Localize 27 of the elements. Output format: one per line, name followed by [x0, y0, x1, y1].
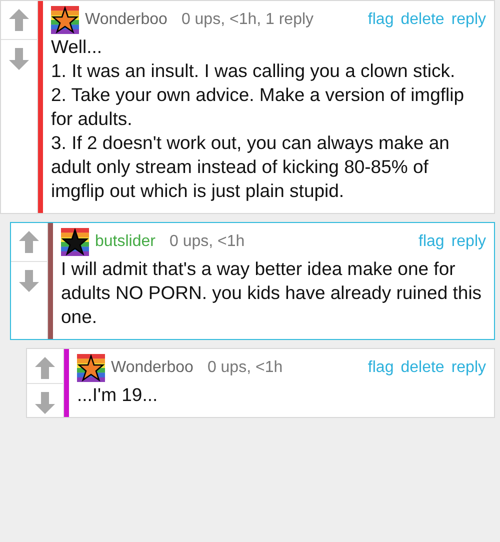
- comment-meta: 0 ups, <1h: [207, 359, 283, 377]
- action-link[interactable]: reply: [451, 11, 486, 29]
- username-link[interactable]: Wonderboo: [111, 359, 194, 377]
- action-link[interactable]: flag: [418, 233, 444, 251]
- comment-text: I will admit that's a way better idea make one for adults NO PORN. you kids have already ruined this one.: [61, 257, 483, 329]
- up-arrow-icon: [9, 9, 29, 31]
- action-link[interactable]: delete: [400, 11, 444, 29]
- up-arrow-icon: [19, 231, 39, 253]
- action-link[interactable]: delete: [400, 359, 444, 377]
- down-arrow-icon: [35, 392, 55, 414]
- comment-meta: 0 ups, <1h, 1 reply: [181, 11, 314, 29]
- up-arrow-icon: [35, 357, 55, 379]
- downvote-button[interactable]: [27, 382, 63, 417]
- action-link[interactable]: flag: [368, 11, 394, 29]
- comment-meta: 0 ups, <1h: [169, 233, 245, 251]
- comment-text: 3. If 2 doesn't work out, you can always make an adult only stream instead of kicking 80-85% of imgflip out which is just plain stupid.: [51, 131, 450, 203]
- down-arrow-icon: [9, 48, 29, 70]
- action-link[interactable]: flag: [368, 359, 394, 377]
- comment-text: Well...: [51, 35, 104, 59]
- username-link[interactable]: butslider: [95, 233, 156, 251]
- comment-text: 1. It was an insult. I was calling you a clown stick.: [51, 59, 456, 83]
- down-arrow-icon: [19, 270, 39, 292]
- action-link[interactable]: reply: [451, 233, 486, 251]
- username-link[interactable]: Wonderboo: [85, 11, 168, 29]
- comment-text: 2. Take your own advice. Make a version of imgflip for adults.: [51, 83, 466, 131]
- comment-text: ...I'm 19...: [77, 383, 159, 407]
- action-link[interactable]: reply: [451, 359, 486, 377]
